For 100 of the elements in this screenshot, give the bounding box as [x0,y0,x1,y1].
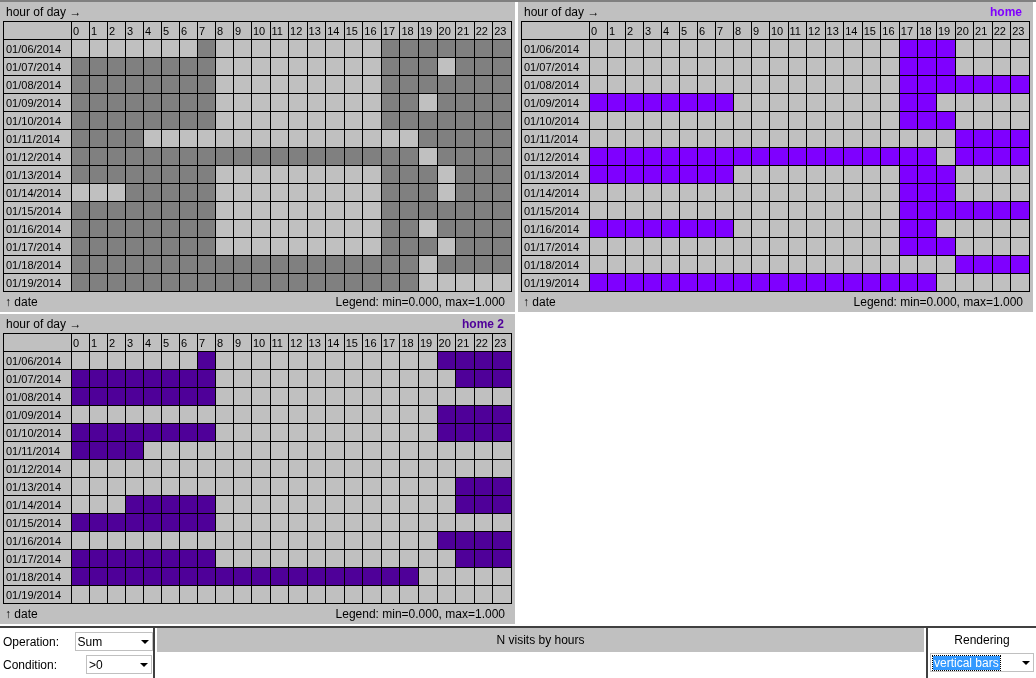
hour-label: 20 [437,333,456,352]
caret-icon [140,662,148,667]
date-label: 01/10/2014 [521,111,590,130]
date-label: 01/08/2014 [3,75,72,94]
hour-label: 13 [307,333,326,352]
hour-label: 23 [492,333,512,352]
hour-label: 12 [806,21,826,40]
hour-label: 11 [270,21,289,40]
hour-label: 20 [955,21,974,40]
date-label: 01/09/2014 [3,405,72,424]
dropdown[interactable]: Sum [74,632,153,651]
hour-label: 14 [843,21,863,40]
hour-label: 19 [418,21,438,40]
hour-label: 6 [697,21,716,40]
date-label: 01/17/2014 [521,237,590,256]
x-axis-label: hour of day → [524,4,600,19]
date-label: 01/16/2014 [521,219,590,238]
hour-label: 17 [381,21,400,40]
hour-label: 3 [125,333,144,352]
hour-label: 23 [492,21,512,40]
hour-label: 5 [161,333,180,352]
hour-label: 17 [381,333,400,352]
date-label: 01/15/2014 [521,201,590,220]
date-label: 01/07/2014 [3,369,72,388]
hour-label: 8 [215,21,234,40]
hour-label: 18 [399,333,419,352]
hour-label: 16 [880,21,900,40]
date-label: 01/15/2014 [3,513,72,532]
caret-icon [141,639,149,644]
date-label: 01/14/2014 [521,183,590,202]
date-label: 01/10/2014 [3,111,72,130]
date-label: 01/16/2014 [3,531,72,550]
field-label: Rendering [954,633,1010,647]
hour-label: 18 [399,21,419,40]
hour-label: 3 [643,21,662,40]
hour-label: 8 [733,21,752,40]
field-label: Condition: [2,657,59,672]
date-label: 01/12/2014 [3,459,72,478]
hour-label: 15 [344,333,363,352]
date-label: 01/06/2014 [521,39,590,58]
hour-label: 22 [474,333,493,352]
date-label: 01/13/2014 [3,165,72,184]
date-label: 01/13/2014 [3,477,72,496]
hour-label: 5 [161,21,180,40]
date-label: 01/06/2014 [3,351,72,370]
hour-label: 0 [589,21,608,40]
hour-label: 6 [179,333,198,352]
hour-label: 7 [197,333,216,352]
date-label: 01/14/2014 [3,183,72,202]
hour-label: 19 [936,21,956,40]
hour-label: 21 [455,21,475,40]
date-label: 01/12/2014 [3,147,72,166]
hour-label: 10 [251,333,271,352]
dropdown[interactable]: >0 [86,655,152,674]
hour-label: 9 [233,21,252,40]
hour-label: 15 [344,21,363,40]
y-axis-label: ↑ date [5,607,38,621]
hour-label: 9 [751,21,770,40]
hour-label: 0 [71,21,90,40]
hour-label: 16 [362,333,382,352]
hour-label: 10 [251,21,271,40]
hour-label: 12 [288,21,308,40]
hour-label: 2 [107,333,126,352]
hour-label: 14 [325,333,345,352]
hour-label: 7 [715,21,734,40]
hour-label: 22 [992,21,1011,40]
y-axis-label: ↑ date [523,295,556,309]
hour-label: 9 [233,333,252,352]
hour-label: 7 [197,21,216,40]
date-label: 01/06/2014 [3,39,72,58]
hour-label: 19 [418,333,438,352]
hour-label: 20 [437,21,456,40]
date-label: 01/19/2014 [521,273,590,292]
hour-label: 23 [1010,21,1030,40]
hour-label: 3 [125,21,144,40]
hour-label: 14 [325,21,345,40]
hour-label: 16 [362,21,382,40]
date-label: 01/07/2014 [3,57,72,76]
date-label: 01/07/2014 [521,57,590,76]
hour-label: 21 [973,21,993,40]
hour-label: 13 [825,21,844,40]
date-label: 01/18/2014 [521,255,590,274]
date-label: 01/10/2014 [3,423,72,442]
hour-label: 1 [89,21,108,40]
caret-icon [1022,660,1030,665]
legend-text: Legend: min=0.000, max=1.000 [335,295,505,309]
date-label: 01/13/2014 [521,165,590,184]
date-label: 01/11/2014 [521,129,590,148]
date-label: 01/08/2014 [521,75,590,94]
hour-label: 6 [179,21,198,40]
chart-title: N visits by hours [157,628,924,652]
date-label: 01/19/2014 [3,273,72,292]
date-label: 01/09/2014 [521,93,590,112]
date-label: 01/14/2014 [3,495,72,514]
x-axis-label: hour of day → [6,316,82,331]
hour-label: 15 [862,21,881,40]
date-label: 01/15/2014 [3,201,72,220]
date-label: 01/19/2014 [3,585,72,604]
field-label: Operation: [2,634,61,649]
hour-label: 4 [143,333,162,352]
